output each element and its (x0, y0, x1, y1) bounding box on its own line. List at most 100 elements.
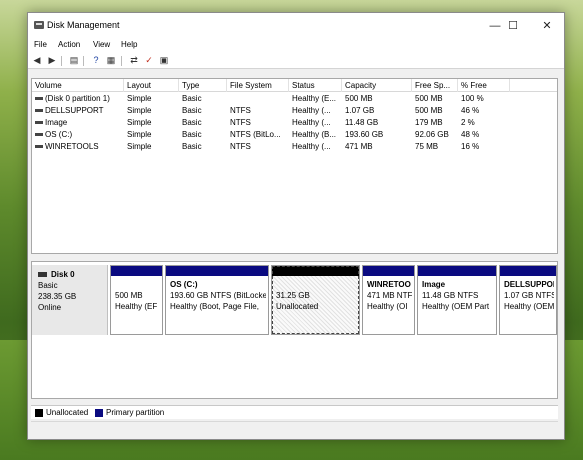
settings-icon[interactable]: ▣ (158, 55, 170, 66)
title-bar[interactable]: Disk Management — ☐ ✕ (28, 13, 564, 39)
volume-icon (35, 145, 43, 149)
free-space-cell: 75 MB (415, 142, 439, 151)
toolbar: ◀ ▶ ▤ ? ▦ ⇄ ✓ ▣ (28, 53, 564, 69)
volume-icon (35, 109, 43, 113)
partition-name: DELLSUPPOR (504, 280, 554, 289)
menu-help[interactable]: Help (121, 40, 137, 49)
type-cell: Basic (182, 142, 202, 151)
volume-table-header: Volume Layout Type File System Status Ca… (32, 79, 557, 92)
free-space-cell: 179 MB (415, 118, 443, 127)
capacity-cell: 500 MB (345, 94, 373, 103)
partition-size: 193.60 GB NTFS (BitLocke (170, 291, 266, 300)
free-space-cell: 92.06 GB (415, 130, 449, 139)
maximize-button[interactable]: ☐ (502, 17, 524, 35)
close-button[interactable]: ✕ (536, 17, 558, 35)
status-cell: Healthy (... (292, 106, 331, 115)
column-header-type[interactable]: Type (179, 79, 227, 92)
back-arrow-icon[interactable]: ◀ (31, 55, 43, 66)
disk-0-info[interactable]: Disk 0 Basic 238.35 GB Online (32, 265, 108, 335)
column-header-layout[interactable]: Layout (124, 79, 179, 92)
primary-partition-bar (166, 266, 268, 276)
capacity-cell: 1.07 GB (345, 106, 375, 115)
table-row[interactable]: Image Simple Basic NTFS Healthy (... 11.… (32, 117, 557, 129)
percent-free-cell: 46 % (461, 106, 480, 115)
toolbar-separator (83, 56, 84, 66)
column-header-capacity[interactable]: Capacity (342, 79, 412, 92)
connect-icon[interactable]: ⇄ (128, 55, 140, 66)
layout-cell: Simple (127, 118, 152, 127)
partition-os-c[interactable]: OS (C:) 193.60 GB NTFS (BitLocke Healthy… (165, 265, 269, 335)
partition-size: 500 MB (115, 291, 143, 300)
volume-icon (35, 121, 43, 125)
partition-size: 471 MB NTF (367, 291, 412, 300)
table-row[interactable]: (Disk 0 partition 1) Simple Basic Health… (32, 93, 557, 105)
volume-cell: DELLSUPPORT (32, 105, 124, 117)
column-header-volume[interactable]: Volume (32, 79, 124, 92)
table-row[interactable]: OS (C:) Simple Basic NTFS (BitLo... Heal… (32, 129, 557, 141)
column-header-percent-free[interactable]: % Free (458, 79, 510, 92)
primary-partition-swatch (95, 409, 103, 417)
partition-size: 1.07 GB NTFS (504, 291, 554, 300)
layout-cell: Simple (127, 130, 152, 139)
table-row[interactable]: DELLSUPPORT Simple Basic NTFS Healthy (.… (32, 105, 557, 117)
toolbar-separator (61, 56, 62, 66)
percent-free-cell: 48 % (461, 130, 480, 139)
partition-image[interactable]: Image 11.48 GB NTFS Healthy (OEM Part (417, 265, 497, 335)
partition-status: Healthy (OEM Part (422, 302, 490, 311)
volume-cell: Image (32, 117, 124, 129)
menu-action[interactable]: Action (58, 40, 80, 49)
partition-name: OS (C:) (170, 280, 198, 289)
partition-dellsupport[interactable]: DELLSUPPOR 1.07 GB NTFS Healthy (OEM (499, 265, 557, 335)
file-system-cell (227, 93, 289, 105)
free-space-cell: 500 MB (415, 106, 443, 115)
status-cell: Healthy (... (292, 142, 331, 151)
layout-cell: Simple (127, 94, 152, 103)
toolbar-separator (121, 56, 122, 66)
help-icon[interactable]: ? (90, 55, 102, 66)
file-system-cell: NTFS (230, 142, 251, 151)
status-cell: Healthy (E... (292, 94, 337, 103)
column-header-file-system[interactable]: File System (227, 79, 289, 92)
menu-file[interactable]: File (34, 40, 47, 49)
percent-free-cell: 2 % (461, 118, 475, 127)
properties-icon[interactable]: ▤ (68, 55, 80, 66)
file-system-cell: NTFS (BitLo... (230, 130, 281, 139)
list-view-icon[interactable]: ▦ (105, 55, 117, 66)
primary-partition-bar (418, 266, 496, 276)
file-system-cell: NTFS (230, 118, 251, 127)
disk-layout-pane: Disk 0 Basic 238.35 GB Online 500 MB Hea… (31, 261, 558, 399)
volume-cell: WINRETOOLS (32, 141, 124, 153)
status-cell: Healthy (... (292, 118, 331, 127)
column-header-status[interactable]: Status (289, 79, 342, 92)
disk-size: 238.35 GB (38, 292, 77, 301)
menu-bar: File Action View Help (28, 39, 564, 53)
partition-unallocated[interactable]: 31.25 GB Unallocated (271, 265, 360, 335)
primary-partition-bar (111, 266, 162, 276)
menu-view[interactable]: View (93, 40, 110, 49)
primary-partition-bar (363, 266, 414, 276)
disk-label: Disk 0 (38, 269, 101, 280)
volume-icon (35, 97, 43, 101)
status-cell: Healthy (B... (292, 130, 337, 139)
capacity-cell: 193.60 GB (345, 130, 384, 139)
type-cell: Basic (182, 118, 202, 127)
percent-free-cell: 100 % (461, 94, 484, 103)
column-header-free-space[interactable]: Free Sp... (412, 79, 458, 92)
partition-status: Healthy (EF (115, 302, 158, 311)
partition-efi[interactable]: 500 MB Healthy (EF (110, 265, 163, 335)
volume-icon (35, 133, 43, 137)
forward-arrow-icon[interactable]: ▶ (46, 55, 58, 66)
partition-winretools[interactable]: WINRETOO 471 MB NTF Healthy (OI (362, 265, 415, 335)
table-row[interactable]: WINRETOOLS Simple Basic NTFS Healthy (..… (32, 141, 557, 153)
partition-size: 11.48 GB NTFS (422, 291, 479, 300)
percent-free-cell: 16 % (461, 142, 480, 151)
legend-label-unallocated: Unallocated (46, 408, 89, 417)
capacity-cell: 471 MB (345, 142, 373, 151)
partition-size: 31.25 GB (276, 291, 310, 300)
partition-name: Image (422, 280, 446, 289)
partition-status: Healthy (OI (367, 302, 408, 311)
check-icon[interactable]: ✓ (143, 55, 155, 66)
type-cell: Basic (182, 94, 202, 103)
partition-name (276, 279, 357, 290)
free-space-cell: 500 MB (415, 94, 443, 103)
